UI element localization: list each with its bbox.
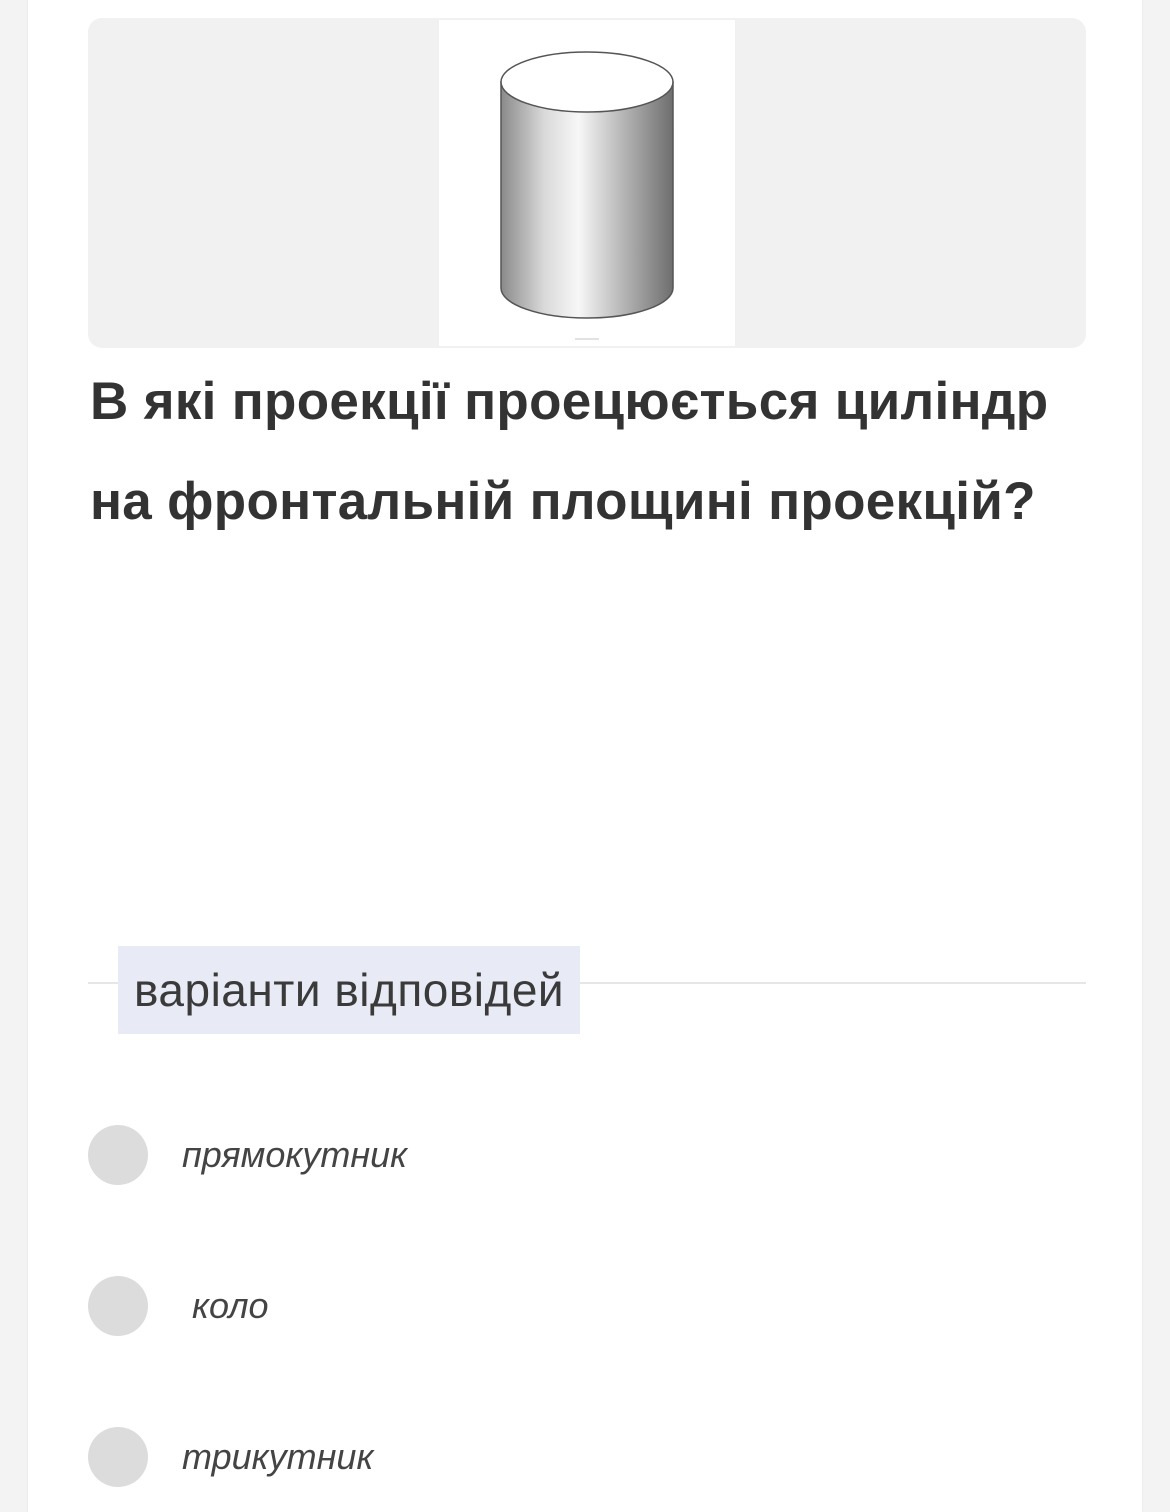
options-section-label: варіанти відповідей <box>118 946 581 1034</box>
radio-button[interactable] <box>88 1427 148 1487</box>
radio-button[interactable] <box>88 1276 148 1336</box>
question-text: В які проекції проецюється циліндр на фр… <box>90 372 1049 531</box>
option-label: трикутник <box>182 1436 374 1477</box>
quiz-page: В які проекції проецюється циліндр на фр… <box>0 0 1170 1512</box>
option-item[interactable]: трикутник <box>88 1426 373 1488</box>
question-image-frame <box>88 18 1086 348</box>
option-item[interactable]: прямокутник <box>88 1124 407 1186</box>
cylinder-image <box>439 20 735 346</box>
option-label: прямокутник <box>182 1134 408 1175</box>
option-label: коло <box>192 1285 269 1326</box>
cylinder-icon <box>500 51 674 340</box>
option-item[interactable]: коло <box>88 1275 269 1337</box>
radio-button[interactable] <box>88 1125 148 1185</box>
